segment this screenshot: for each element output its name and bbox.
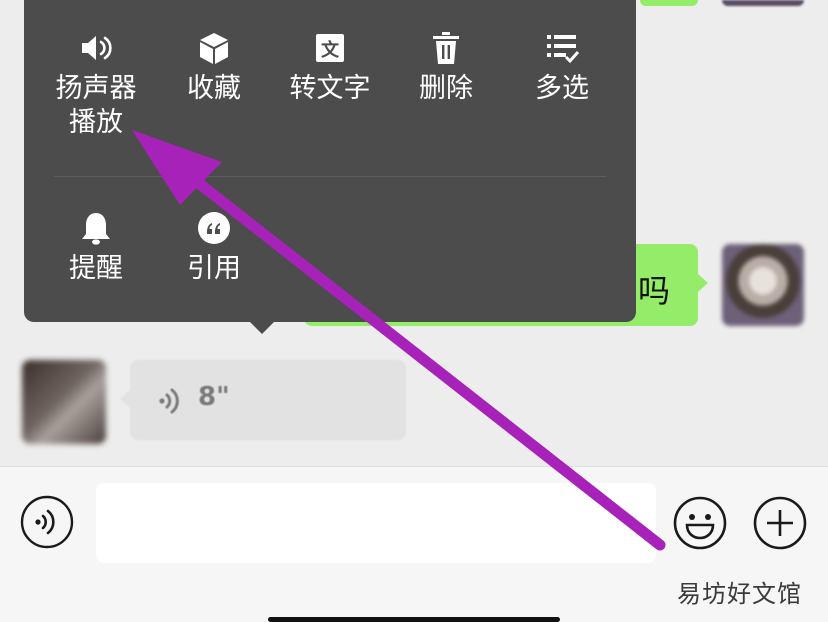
voice-wave-icon bbox=[159, 388, 179, 414]
menu-item-label: 收藏 bbox=[187, 73, 241, 104]
emoji-icon[interactable] bbox=[672, 495, 728, 551]
bell-icon bbox=[82, 213, 110, 245]
menu-item-remind[interactable]: 提醒 bbox=[38, 210, 154, 286]
svg-text:文: 文 bbox=[321, 39, 340, 61]
avatar-partial[interactable] bbox=[722, 0, 804, 6]
menu-item-quote[interactable]: 引用 bbox=[156, 210, 272, 286]
text-convert-icon: 文 bbox=[316, 34, 344, 62]
quote-icon bbox=[198, 212, 230, 244]
home-indicator bbox=[268, 617, 560, 622]
message-bubble-partial[interactable] bbox=[640, 0, 698, 6]
menu-item-label: 扬声器 播放 bbox=[55, 73, 137, 138]
message-text: 吗 bbox=[637, 272, 670, 310]
voice-message-bubble[interactable]: 8" bbox=[120, 360, 406, 440]
message-input[interactable] bbox=[96, 483, 656, 563]
menu-item-favorite[interactable]: 收藏 bbox=[156, 30, 272, 106]
menu-item-label: 删除 bbox=[419, 73, 473, 104]
plus-icon[interactable] bbox=[752, 495, 808, 551]
speaker-icon bbox=[82, 36, 112, 60]
voice-duration: 8" bbox=[198, 382, 230, 412]
menu-item-label: 转文字 bbox=[289, 73, 371, 104]
menu-item-label: 提醒 bbox=[69, 253, 123, 284]
cube-icon bbox=[200, 33, 228, 64]
contact-avatar[interactable] bbox=[22, 360, 106, 444]
menu-item-delete[interactable]: 删除 bbox=[388, 30, 504, 106]
menu-divider bbox=[54, 176, 606, 177]
menu-item-multi-select[interactable]: 多选 bbox=[504, 30, 620, 106]
multi-select-icon bbox=[547, 35, 580, 64]
menu-item-convert-to-text[interactable]: 文 转文字 bbox=[272, 30, 388, 106]
message-context-menu: 扬声器 播放 收藏 文 转文字 删除 多选 提醒 引用 bbox=[24, 0, 636, 334]
menu-item-speaker-play[interactable]: 扬声器 播放 bbox=[38, 30, 154, 140]
menu-item-label: 引用 bbox=[187, 253, 241, 284]
watermark-text: 易坊好文馆 bbox=[677, 580, 802, 608]
my-avatar[interactable] bbox=[722, 244, 804, 326]
menu-item-label: 多选 bbox=[535, 73, 589, 104]
trash-icon bbox=[433, 32, 459, 64]
voice-mode-icon[interactable] bbox=[20, 495, 74, 549]
